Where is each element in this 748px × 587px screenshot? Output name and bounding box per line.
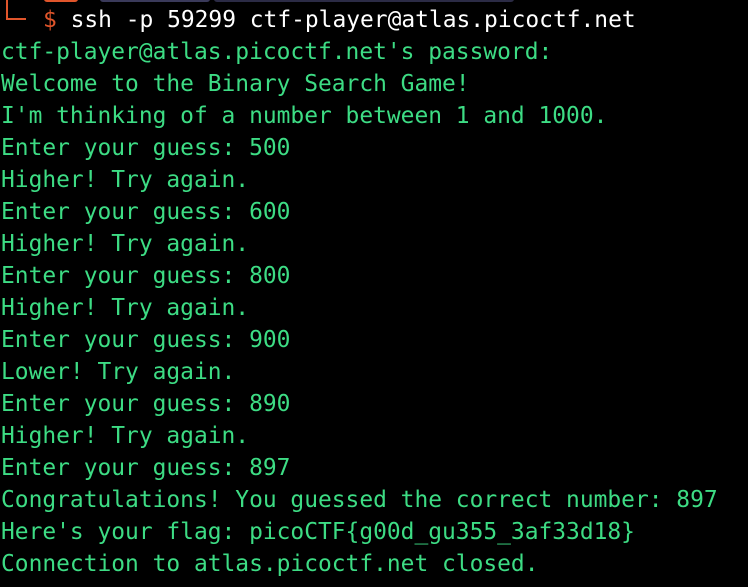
prompt-segment-status <box>44 0 78 2</box>
output-line-connection-closed: Connection to atlas.picoctf.net closed. <box>1 551 539 577</box>
output-line-guess: Enter your guess: 897 <box>1 455 291 481</box>
output-line-guess: Enter your guess: 900 <box>1 327 291 353</box>
prompt-segment-user <box>100 0 210 2</box>
terminal-window[interactable]: $ ssh -p 59299 ctf-player@atlas.picoctf.… <box>0 0 748 587</box>
prompt-symbol: $ <box>43 7 57 33</box>
output-line-feedback: Higher! Try again. <box>1 423 250 449</box>
prompt-header-segments <box>0 0 748 3</box>
output-line-flag: Here's your flag: picoCTF{g00d_gu355_3af… <box>1 519 635 545</box>
output-line-guess: Enter your guess: 890 <box>1 391 291 417</box>
prompt-corner-connector <box>6 0 26 20</box>
output-line-guess: Enter your guess: 800 <box>1 263 291 289</box>
output-line-feedback: Higher! Try again. <box>1 167 250 193</box>
output-line-guess: Enter your guess: 500 <box>1 135 291 161</box>
prompt-segment-path <box>214 0 514 2</box>
output-line-feedback: Lower! Try again. <box>1 359 236 385</box>
output-line-range: I'm thinking of a number between 1 and 1… <box>1 103 608 129</box>
output-line-guess: Enter your guess: 600 <box>1 199 291 225</box>
output-line-feedback: Higher! Try again. <box>1 231 250 257</box>
output-line-feedback: Higher! Try again. <box>1 295 250 321</box>
command-line: $ ssh -p 59299 ctf-player@atlas.picoctf.… <box>43 4 636 36</box>
output-line-welcome: Welcome to the Binary Search Game! <box>1 71 470 97</box>
output-line-password-prompt: ctf-player@atlas.picoctf.net's password: <box>1 39 553 65</box>
output-line-congratulations: Congratulations! You guessed the correct… <box>1 487 718 513</box>
command-text: ssh -p 59299 ctf-player@atlas.picoctf.ne… <box>70 7 636 33</box>
